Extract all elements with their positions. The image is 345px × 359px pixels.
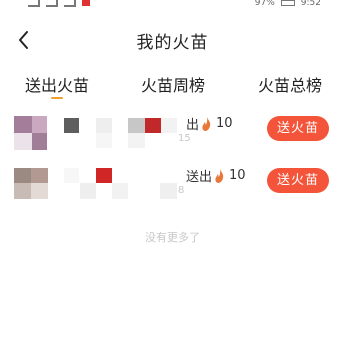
signal-icon [28,0,40,7]
notification-icon [82,0,90,6]
tab-sent-flames[interactable]: 送出火苗 [22,72,92,96]
flame-icon [215,168,224,183]
row-action-text: 出 [186,118,200,133]
row-sub-text: 8 [178,185,185,196]
tab-indicator [51,97,63,99]
header: 我的火苗 [0,24,345,58]
page-title: 我的火苗 [136,33,209,53]
no-more-text: 没有更多了 [145,231,200,244]
flame-icon [202,116,211,131]
row-flame-info: 送出 10 [186,166,246,185]
signal-icon-2 [46,0,58,7]
battery-icon [280,0,295,6]
send-flame-button[interactable]: 送火苗 [267,168,329,193]
tab-weekly-rank[interactable]: 火苗周榜 [138,72,208,96]
tab-total-rank[interactable]: 火苗总榜 [255,72,325,96]
status-left-icons [28,0,90,7]
row-flame-info: 出 10 [186,114,233,133]
blurred-user-info [0,160,190,204]
row-sub-text: 15 [178,133,191,144]
row-flame-count: 10 [229,168,246,183]
tab-bar: 送出火苗 火苗周榜 火苗总榜 [0,72,345,102]
wifi-icon [64,0,76,7]
status-right: 97% 9:52 [255,0,321,8]
send-flame-button[interactable]: 送火苗 [267,116,329,141]
battery-text: 97% [254,0,275,8]
status-time: 9:52 [300,0,321,8]
row-action-text: 送出 [186,170,213,185]
list-item[interactable]: 出 10 15 送火苗 [0,108,345,152]
row-flame-count: 10 [216,116,233,131]
blurred-user-info [0,108,190,152]
status-bar: 97% 9:52 [0,0,345,10]
list-item[interactable]: 送出 10 8 送火苗 [0,160,345,204]
